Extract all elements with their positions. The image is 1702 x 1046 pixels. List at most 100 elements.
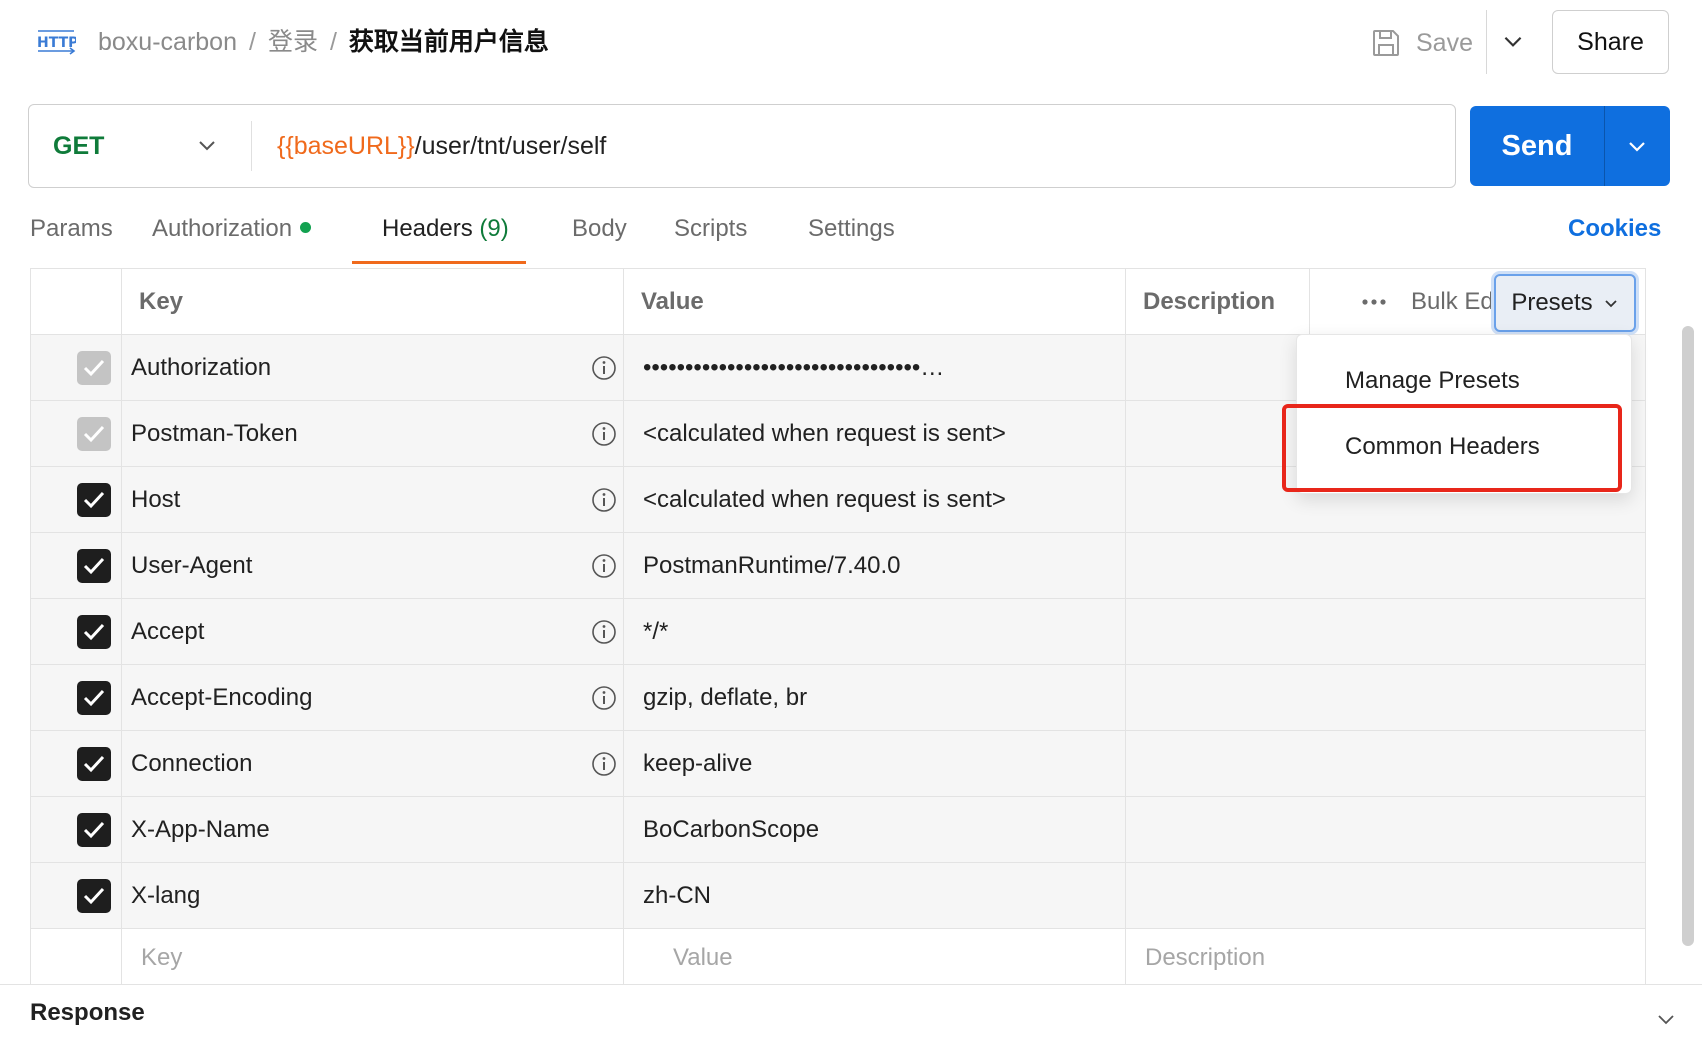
- info-icon[interactable]: [591, 619, 617, 645]
- status-dot-icon: [300, 222, 312, 233]
- new-header-row: Key Value Description: [31, 929, 1645, 987]
- bulk-edit-button[interactable]: Bulk Edit: [1411, 288, 1506, 316]
- chevron-down-icon[interactable]: [195, 133, 219, 157]
- menu-item-manage-presets[interactable]: Manage Presets: [1345, 367, 1520, 395]
- column-divider: [623, 269, 624, 987]
- header-value[interactable]: PostmanRuntime/7.40.0: [643, 533, 900, 599]
- table-row: Accept */*: [31, 599, 1645, 665]
- http-icon: HTTP: [37, 30, 76, 55]
- header-value[interactable]: gzip, deflate, br: [643, 665, 807, 731]
- tab-body[interactable]: Body: [572, 215, 627, 267]
- header-key[interactable]: Accept-Encoding: [131, 665, 312, 731]
- header-key[interactable]: X-App-Name: [131, 797, 270, 863]
- save-button[interactable]: Save: [1370, 20, 1473, 66]
- more-options-icon[interactable]: [1361, 297, 1387, 307]
- row-checkbox[interactable]: [77, 417, 111, 451]
- header-key[interactable]: X-lang: [131, 863, 200, 929]
- row-checkbox[interactable]: [77, 483, 111, 517]
- header-key[interactable]: Authorization: [131, 335, 271, 401]
- presets-button[interactable]: Presets: [1494, 274, 1636, 332]
- presets-label: Presets: [1511, 289, 1593, 316]
- new-description-input[interactable]: Description: [1145, 929, 1265, 987]
- row-checkbox[interactable]: [77, 351, 111, 385]
- table-row: X-App-Name BoCarbonScope: [31, 797, 1645, 863]
- header-value[interactable]: zh-CN: [643, 863, 711, 929]
- breadcrumb-separator: /: [248, 28, 256, 56]
- checkmark-icon: [83, 755, 105, 773]
- chevron-down-icon[interactable]: [1625, 134, 1649, 158]
- header-value[interactable]: •••••••••••••••••••••••••••••••••…: [643, 335, 944, 401]
- header-key[interactable]: User-Agent: [131, 533, 252, 599]
- checkmark-icon: [83, 359, 105, 377]
- new-key-input[interactable]: Key: [141, 929, 182, 987]
- info-icon[interactable]: [591, 355, 617, 381]
- checkmark-icon: [83, 887, 105, 905]
- method-selector[interactable]: GET: [53, 105, 104, 187]
- row-checkbox[interactable]: [77, 879, 111, 913]
- divider: [1604, 106, 1605, 186]
- header-key[interactable]: Connection: [131, 731, 252, 797]
- header-value[interactable]: BoCarbonScope: [643, 797, 819, 863]
- table-row: Accept-Encoding gzip, deflate, br: [31, 665, 1645, 731]
- chevron-down-icon: [1605, 300, 1617, 308]
- row-checkbox[interactable]: [77, 549, 111, 583]
- row-checkbox[interactable]: [77, 615, 111, 649]
- chevron-down-icon[interactable]: [1654, 1007, 1678, 1031]
- checkmark-icon: [83, 821, 105, 839]
- checkmark-icon: [83, 491, 105, 509]
- tab-settings[interactable]: Settings: [808, 215, 895, 267]
- share-button[interactable]: Share: [1552, 10, 1669, 74]
- info-icon[interactable]: [591, 751, 617, 777]
- table-row: X-lang zh-CN: [31, 863, 1645, 929]
- column-header-value: Value: [641, 288, 704, 315]
- request-name[interactable]: 获取当前用户信息: [349, 28, 549, 56]
- save-label: Save: [1416, 28, 1473, 57]
- header-value[interactable]: keep-alive: [643, 731, 752, 797]
- response-title[interactable]: Response: [30, 999, 145, 1027]
- header-key[interactable]: Host: [131, 467, 180, 533]
- tab-scripts[interactable]: Scripts: [674, 215, 747, 267]
- tab-count: (9): [479, 215, 509, 242]
- cookies-link[interactable]: Cookies: [1568, 215, 1661, 243]
- divider: [1486, 10, 1487, 74]
- column-divider: [1125, 269, 1126, 987]
- header-value[interactable]: <calculated when request is sent>: [643, 401, 1006, 467]
- breadcrumb-folder[interactable]: 登录: [268, 28, 318, 56]
- url-input[interactable]: {{baseURL}}/user/tnt/user/self: [277, 105, 606, 187]
- row-checkbox[interactable]: [77, 681, 111, 715]
- tab-params[interactable]: Params: [30, 215, 113, 267]
- info-icon[interactable]: [591, 487, 617, 513]
- column-header-description: Description: [1143, 288, 1276, 315]
- send-button[interactable]: Send: [1470, 106, 1604, 186]
- row-checkbox[interactable]: [77, 747, 111, 781]
- table-row: User-Agent PostmanRuntime/7.40.0: [31, 533, 1645, 599]
- scrollbar[interactable]: [1682, 326, 1694, 946]
- info-icon[interactable]: [591, 553, 617, 579]
- url-variable: {{baseURL}}: [277, 131, 415, 160]
- breadcrumb-collection[interactable]: boxu-carbon: [98, 28, 237, 56]
- response-pane: Response: [0, 984, 1702, 1046]
- tab-authorization[interactable]: Authorization: [152, 215, 312, 267]
- highlight-annotation: [1282, 404, 1622, 492]
- chevron-down-icon[interactable]: [1500, 28, 1526, 54]
- info-icon[interactable]: [591, 685, 617, 711]
- breadcrumb-separator: /: [329, 28, 337, 56]
- tab-label: Headers: [382, 215, 473, 242]
- column-divider: [121, 269, 122, 987]
- active-tab-indicator: [352, 261, 526, 264]
- table-row: Connection keep-alive: [31, 731, 1645, 797]
- row-checkbox[interactable]: [77, 813, 111, 847]
- request-url-bar: GET {{baseURL}}/user/tnt/user/self: [28, 104, 1456, 188]
- header-key[interactable]: Accept: [131, 599, 204, 665]
- send-button-group: Send: [1470, 106, 1670, 186]
- url-path: /user/tnt/user/self: [414, 131, 607, 160]
- header-value[interactable]: */*: [643, 599, 668, 665]
- header-key[interactable]: Postman-Token: [131, 401, 298, 467]
- new-value-input[interactable]: Value: [673, 929, 733, 987]
- save-icon: [1373, 30, 1399, 56]
- info-icon[interactable]: [591, 421, 617, 447]
- checkmark-icon: [83, 623, 105, 641]
- tab-headers[interactable]: Headers (9): [382, 215, 509, 267]
- header-value[interactable]: <calculated when request is sent>: [643, 467, 1006, 533]
- checkmark-icon: [83, 425, 105, 443]
